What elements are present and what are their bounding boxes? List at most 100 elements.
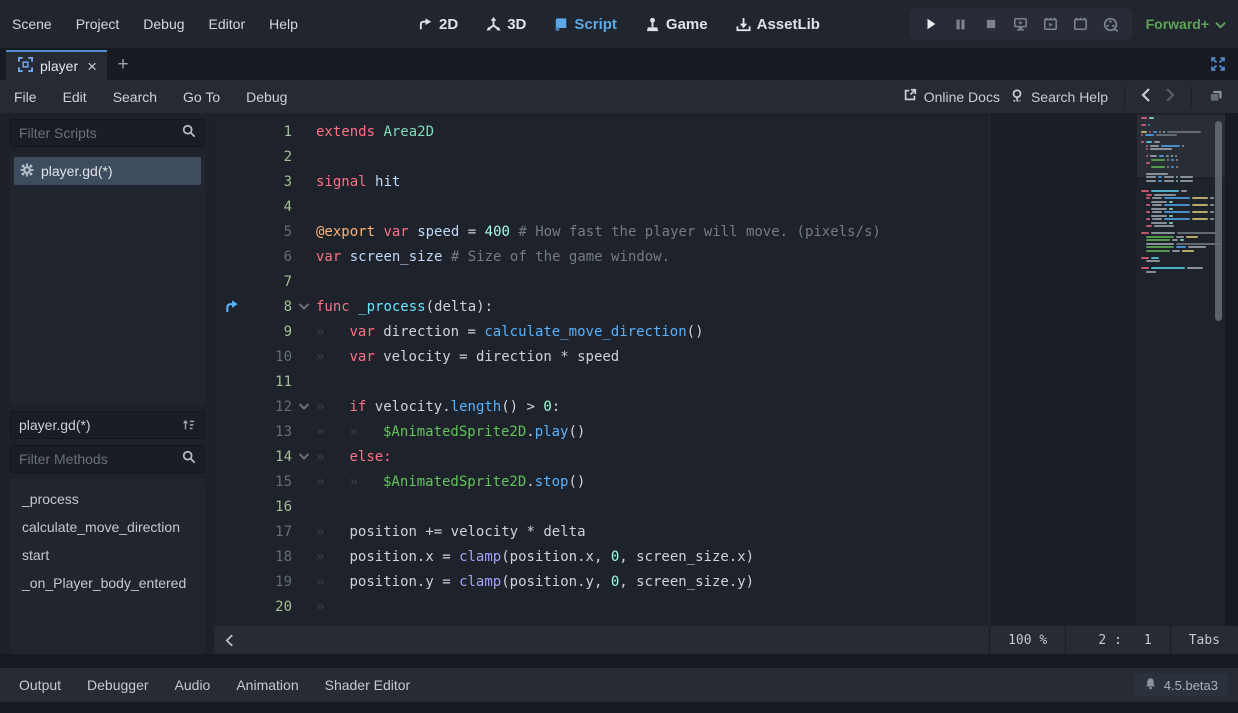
- menu-editor[interactable]: Editor: [209, 16, 246, 32]
- line-number: 7: [250, 274, 292, 290]
- code-content: »position.x = clamp(position.x, 0, scree…: [316, 549, 754, 565]
- filter-methods-input[interactable]: Filter Methods: [10, 445, 205, 473]
- movie-maker-button[interactable]: [1098, 12, 1124, 36]
- script-menu-edit[interactable]: Edit: [63, 89, 87, 105]
- code-content: »: [316, 599, 350, 615]
- bottom-tab-audio[interactable]: Audio: [166, 673, 220, 697]
- online-docs-button[interactable]: Online Docs: [903, 88, 1000, 105]
- assetlib-icon: [736, 17, 751, 32]
- workspace-script-button[interactable]: Script: [554, 16, 617, 33]
- expand-editor-icon[interactable]: [1210, 56, 1226, 77]
- fold-toggle-icon[interactable]: [292, 402, 316, 411]
- script-editor-menubar: File Edit Search Go To Debug Online Docs Sea…: [0, 80, 1238, 113]
- script-item-player[interactable]: player.gd(*): [14, 157, 201, 185]
- code-content: »var velocity = direction * speed: [316, 349, 619, 365]
- line-number: 19: [250, 574, 292, 590]
- version-info[interactable]: 4.5.beta3: [1134, 673, 1228, 697]
- line-number: 17: [250, 524, 292, 540]
- history-back-button[interactable]: [1141, 88, 1151, 105]
- fold-toggle-icon[interactable]: [292, 452, 316, 461]
- bottom-tab-animation[interactable]: Animation: [227, 673, 307, 697]
- method-item-calculate_move_direction[interactable]: calculate_move_direction: [14, 513, 201, 541]
- filter-methods-placeholder: Filter Methods: [19, 451, 182, 467]
- script-menu-go-to[interactable]: Go To: [183, 89, 220, 105]
- zoom-level[interactable]: 100 %: [989, 626, 1065, 654]
- current-script-bar: player.gd(*): [10, 411, 205, 439]
- menu-debug[interactable]: Debug: [143, 16, 184, 32]
- renderer-selector[interactable]: Forward+: [1146, 16, 1226, 32]
- run-instances-button[interactable]: [1068, 12, 1094, 36]
- line-number: 18: [250, 549, 292, 565]
- code-text[interactable]: 1extends Area2D23signal hit45@export var…: [214, 113, 1137, 626]
- code-content: extends Area2D: [316, 124, 434, 140]
- sort-methods-icon[interactable]: [176, 413, 202, 437]
- new-tab-button[interactable]: +: [107, 50, 139, 80]
- tab-marker: »: [316, 599, 350, 615]
- line-number: 14: [250, 449, 292, 465]
- method-item-_on_player_body_entered[interactable]: _on_Player_body_entered: [14, 569, 201, 597]
- code-content: signal hit: [316, 174, 400, 190]
- stop-button[interactable]: [978, 12, 1004, 36]
- tab-marker: »: [316, 399, 350, 415]
- tab-marker: »: [316, 524, 350, 540]
- override-method-icon[interactable]: [214, 299, 250, 314]
- menu-project[interactable]: Project: [76, 16, 120, 32]
- play-button[interactable]: [918, 12, 944, 36]
- menu-help[interactable]: Help: [269, 16, 298, 32]
- workspace-3d-button[interactable]: 3D: [486, 16, 526, 33]
- code-content: »position += velocity * delta: [316, 524, 586, 540]
- workspace-script-label: Script: [574, 16, 617, 33]
- code-content: @export var speed = 400 # How fast the p…: [316, 224, 881, 240]
- run-bar: [910, 8, 1132, 40]
- fold-toggle-icon[interactable]: [292, 302, 316, 311]
- indent-type-button[interactable]: Tabs: [1170, 626, 1238, 654]
- divider: [1124, 87, 1125, 107]
- filter-scripts-input[interactable]: Filter Scripts: [10, 119, 205, 147]
- bottom-tab-output[interactable]: Output: [10, 673, 70, 697]
- bell-icon: [1144, 677, 1157, 693]
- script-menu-search[interactable]: Search: [113, 89, 157, 105]
- script-menu-file[interactable]: File: [14, 89, 37, 105]
- method-item-_process[interactable]: _process: [14, 485, 201, 513]
- tab-player[interactable]: player ×: [6, 50, 107, 80]
- method-item-start[interactable]: start: [14, 541, 201, 569]
- scrollbar-track[interactable]: [1213, 113, 1225, 626]
- workspace-2d-button[interactable]: 2D: [418, 16, 458, 33]
- play-scene-button[interactable]: [1008, 12, 1034, 36]
- history-forward-button[interactable]: [1165, 88, 1175, 105]
- search-icon: [182, 450, 196, 469]
- tab-marker: »: [316, 474, 350, 490]
- divider: [1191, 87, 1192, 107]
- workspace-assetlib-button[interactable]: AssetLib: [736, 16, 820, 33]
- search-help-button[interactable]: Search Help: [1010, 88, 1108, 106]
- bottom-tab-shader-editor[interactable]: Shader Editor: [316, 673, 420, 697]
- bottom-tab-debugger[interactable]: Debugger: [78, 673, 158, 697]
- pause-button[interactable]: [948, 12, 974, 36]
- line-number: 20: [250, 599, 292, 615]
- script-menu-debug[interactable]: Debug: [246, 89, 287, 105]
- main-menu: Scene Project Debug Editor Help: [12, 16, 298, 32]
- filter-scripts-placeholder: Filter Scripts: [19, 125, 182, 141]
- toggle-scripts-panel-button[interactable]: [1208, 88, 1224, 106]
- code-content: var screen_size # Size of the game windo…: [316, 249, 670, 265]
- editor-status-bar: 100 % 2 : 1 Tabs: [214, 626, 1238, 654]
- bottom-panel-bar: Output Debugger Audio Animation Shader Edito…: [0, 668, 1238, 702]
- code-editor[interactable]: 1extends Area2D23signal hit45@export var…: [214, 113, 1238, 626]
- collapse-sidebar-button[interactable]: [214, 634, 244, 647]
- workspace-game-button[interactable]: Game: [645, 16, 708, 33]
- caret-line: 2: [1084, 633, 1106, 648]
- menu-scene[interactable]: Scene: [12, 16, 52, 32]
- play-custom-scene-button[interactable]: [1038, 12, 1064, 36]
- line-number: 5: [250, 224, 292, 240]
- tab-player-label: player: [40, 58, 78, 74]
- search-doc-icon: [1010, 88, 1024, 106]
- overlength-shade: [990, 113, 1137, 626]
- line-number: 13: [250, 424, 292, 440]
- scrollbar-thumb[interactable]: [1215, 121, 1222, 321]
- workspace-assetlib-label: AssetLib: [757, 16, 820, 33]
- script-tab-strip: player × +: [0, 48, 1238, 80]
- minimap[interactable]: [1137, 113, 1213, 626]
- caret-position: 2 : 1: [1065, 626, 1169, 654]
- code-content: »var direction = calculate_move_directio…: [316, 324, 704, 340]
- close-tab-icon[interactable]: ×: [87, 58, 97, 75]
